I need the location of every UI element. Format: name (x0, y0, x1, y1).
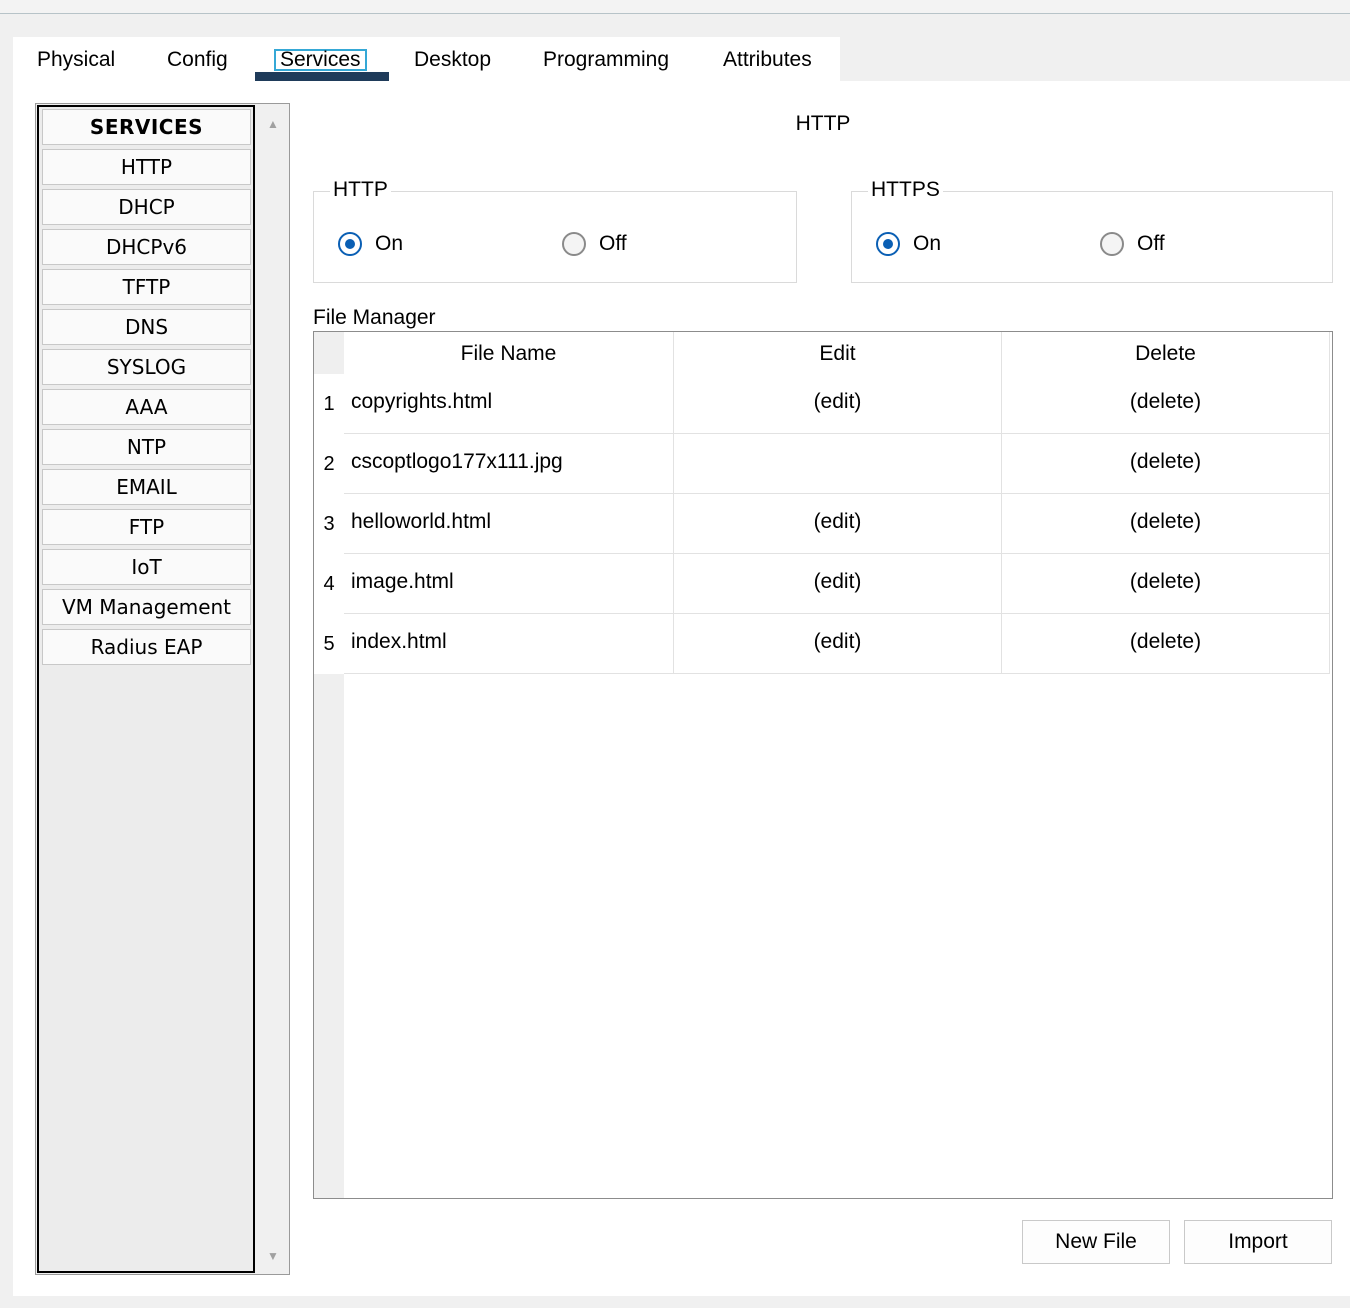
service-dhcp[interactable]: DHCP (42, 189, 251, 225)
new-file-button[interactable]: New File (1022, 1220, 1170, 1264)
http-on-radio[interactable] (338, 232, 362, 256)
page-title: HTTP (795, 112, 851, 135)
file-name-cell[interactable]: cscoptlogo177x111.jpg (344, 434, 674, 494)
tab-label: Attributes (723, 48, 812, 71)
scroll-up-arrow-icon[interactable]: ▲ (267, 117, 279, 131)
service-dhcpv6[interactable]: DHCPv6 (42, 229, 251, 265)
https-group-legend: HTTPS (868, 178, 943, 202)
row-number: 3 (314, 494, 344, 554)
tab-strip: Physical Config Services Desktop Program… (13, 37, 840, 82)
https-off-radio[interactable] (1100, 232, 1124, 256)
service-ftp[interactable]: FTP (42, 509, 251, 545)
tab-config[interactable]: Config (163, 37, 232, 82)
row-number: 2 (314, 434, 344, 494)
delete-link[interactable]: (delete) (1002, 494, 1330, 554)
file-manager-table[interactable]: File Name Edit Delete 1 copyrights.html … (313, 331, 1333, 1199)
edit-link[interactable]: (edit) (674, 614, 1002, 674)
row-number: 4 (314, 554, 344, 614)
tab-label: Services (274, 49, 367, 71)
column-header-file-name[interactable]: File Name (344, 332, 674, 376)
file-name-cell[interactable]: index.html (344, 614, 674, 674)
service-ntp[interactable]: NTP (42, 429, 251, 465)
column-header-edit[interactable]: Edit (674, 332, 1002, 376)
edit-link[interactable]: (edit) (674, 554, 1002, 614)
https-group: HTTPS On Off (851, 178, 1333, 283)
services-header: SERVICES (42, 109, 251, 145)
tab-label: Desktop (414, 48, 492, 71)
edit-link[interactable]: (edit) (674, 494, 1002, 554)
edit-link[interactable] (674, 434, 1002, 494)
service-tftp[interactable]: TFTP (42, 269, 251, 305)
delete-link[interactable]: (delete) (1002, 614, 1330, 674)
http-off-label[interactable]: Off (599, 232, 627, 256)
column-header-delete[interactable]: Delete (1002, 332, 1330, 376)
tab-desktop[interactable]: Desktop (410, 37, 495, 82)
service-vm-management[interactable]: VM Management (42, 589, 251, 625)
http-on-label[interactable]: On (375, 232, 403, 256)
http-off-radio[interactable] (562, 232, 586, 256)
row-number: 5 (314, 614, 344, 674)
import-button[interactable]: Import (1184, 1220, 1332, 1264)
service-http[interactable]: HTTP (42, 149, 251, 185)
window-top-bar (0, 0, 1350, 14)
tab-label: Physical (37, 48, 116, 71)
https-off-label[interactable]: Off (1137, 232, 1165, 256)
https-on-label[interactable]: On (913, 232, 941, 256)
file-name-cell[interactable]: copyrights.html (344, 374, 674, 434)
tab-physical[interactable]: Physical (33, 37, 119, 82)
tab-label: Programming (543, 48, 670, 71)
table-row[interactable]: 5 index.html (edit) (delete) (314, 614, 1332, 674)
service-aaa[interactable]: AAA (42, 389, 251, 425)
table-row[interactable]: 1 copyrights.html (edit) (delete) (314, 374, 1332, 434)
tab-attributes[interactable]: Attributes (719, 37, 816, 82)
file-manager-label: File Manager (313, 306, 436, 329)
delete-link[interactable]: (delete) (1002, 374, 1330, 434)
http-group: HTTP On Off (313, 178, 797, 283)
table-row[interactable]: 2 cscoptlogo177x111.jpg (delete) (314, 434, 1332, 494)
table-row[interactable]: 4 image.html (edit) (delete) (314, 554, 1332, 614)
delete-link[interactable]: (delete) (1002, 434, 1330, 494)
file-name-cell[interactable]: image.html (344, 554, 674, 614)
edit-link[interactable]: (edit) (674, 374, 1002, 434)
service-email[interactable]: EMAIL (42, 469, 251, 505)
service-syslog[interactable]: SYSLOG (42, 349, 251, 385)
active-tab-indicator (255, 72, 389, 81)
table-row[interactable]: 3 helloworld.html (edit) (delete) (314, 494, 1332, 554)
http-group-legend: HTTP (330, 178, 391, 202)
services-scrollbar[interactable]: ▲ ▼ (259, 105, 288, 1273)
delete-link[interactable]: (delete) (1002, 554, 1330, 614)
tab-label: Config (167, 48, 228, 71)
service-iot[interactable]: IoT (42, 549, 251, 585)
service-radius-eap[interactable]: Radius EAP (42, 629, 251, 665)
tab-programming[interactable]: Programming (539, 37, 673, 82)
file-name-cell[interactable]: helloworld.html (344, 494, 674, 554)
https-on-radio[interactable] (876, 232, 900, 256)
service-dns[interactable]: DNS (42, 309, 251, 345)
scroll-down-arrow-icon[interactable]: ▼ (267, 1249, 279, 1263)
row-number: 1 (314, 374, 344, 434)
services-list[interactable]: SERVICES HTTP DHCP DHCPv6 TFTP DNS SYSLO… (37, 105, 255, 1273)
